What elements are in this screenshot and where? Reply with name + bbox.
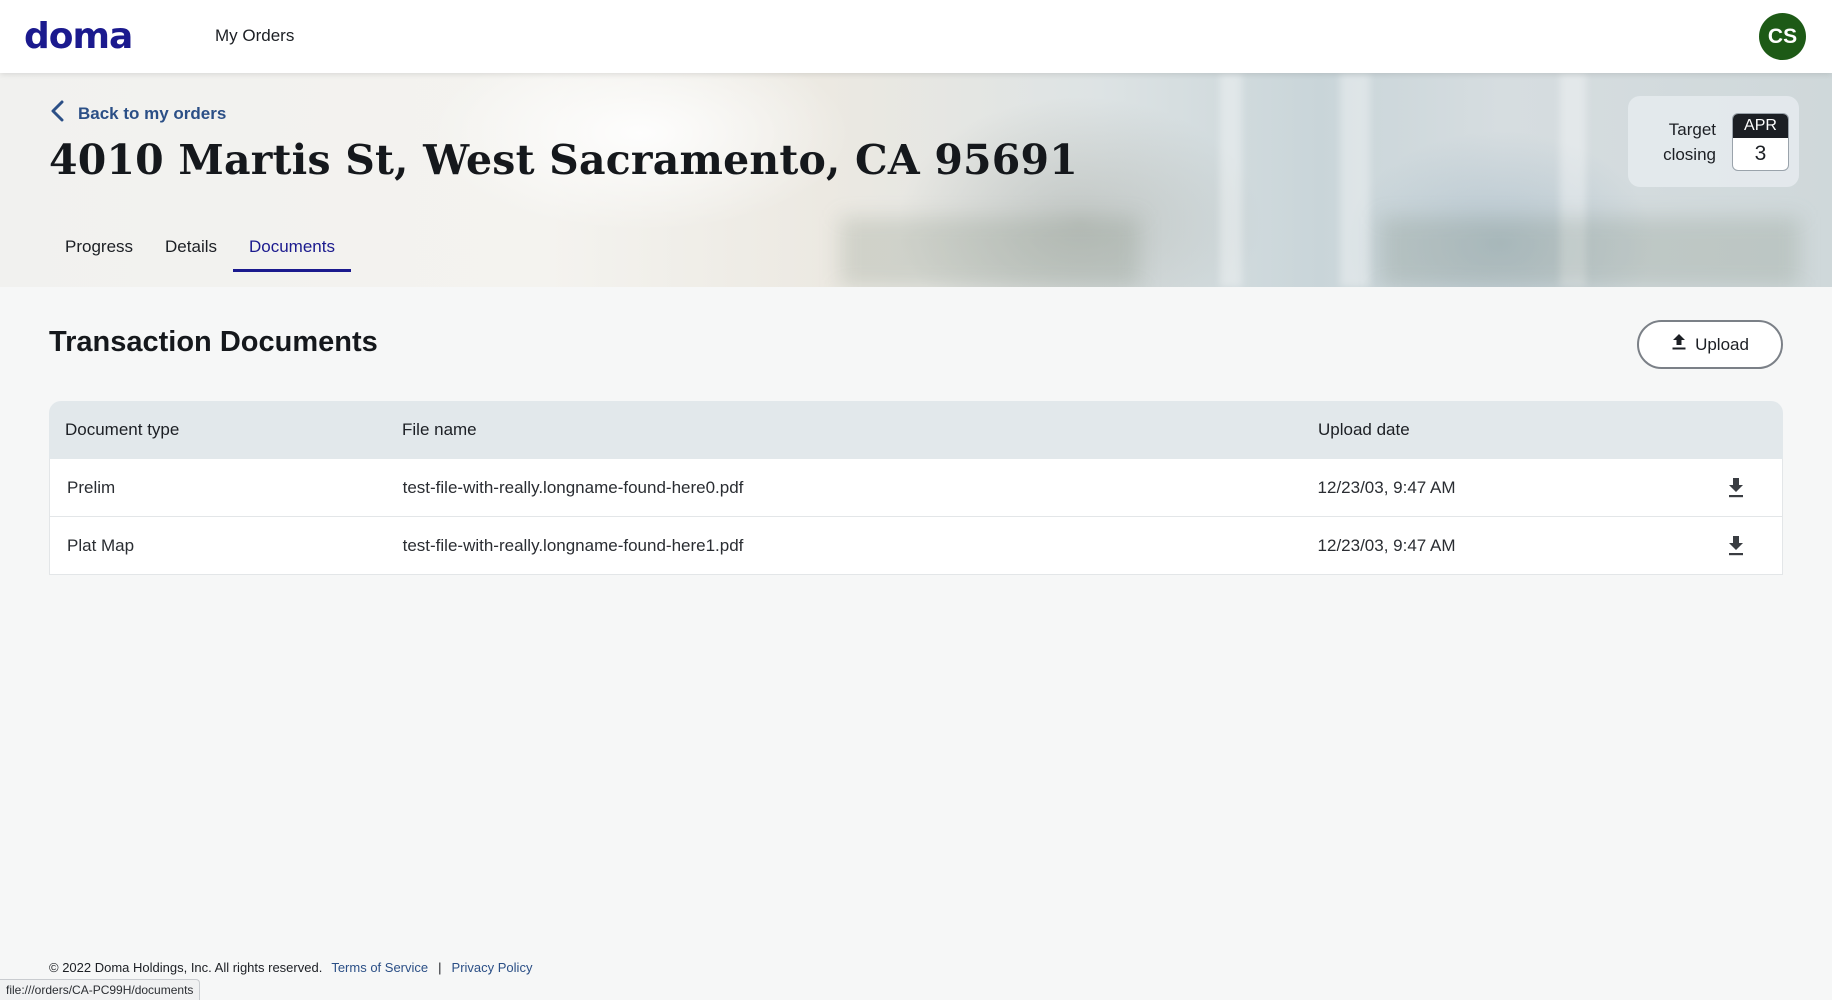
order-tabs: Progress Details Documents <box>49 225 351 272</box>
download-button[interactable] <box>1726 477 1782 499</box>
tab-documents[interactable]: Documents <box>233 225 351 272</box>
background-decoration <box>840 217 1140 287</box>
copyright-text: © 2022 Doma Holdings, Inc. All rights re… <box>49 960 323 975</box>
nav-my-orders[interactable]: My Orders <box>215 26 294 46</box>
top-navbar: doma My Orders CS <box>0 0 1832 73</box>
privacy-policy-link[interactable]: Privacy Policy <box>452 960 533 975</box>
target-closing-label: Target closing <box>1648 117 1716 167</box>
browser-status-bar: file:///orders/CA-PC99H/documents <box>0 979 201 1000</box>
file-name-cell: test-file-with-really.longname-found-her… <box>402 477 744 497</box>
column-header-document-type: Document type <box>65 420 180 439</box>
footer-divider: | <box>438 960 442 975</box>
file-name-cell: test-file-with-really.longname-found-her… <box>402 535 744 555</box>
column-header-upload-date: Upload date <box>1318 420 1410 439</box>
tab-progress[interactable]: Progress <box>49 225 149 272</box>
tab-details[interactable]: Details <box>149 225 233 272</box>
table-header: Document type File name Upload date <box>49 401 1783 459</box>
user-avatar[interactable]: CS <box>1759 13 1806 60</box>
order-hero-banner: Back to my orders 4010 Martis St, West S… <box>0 73 1832 287</box>
page-footer: © 2022 Doma Holdings, Inc. All rights re… <box>49 960 532 975</box>
closing-label-line2: closing <box>1663 144 1716 164</box>
background-decoration <box>1220 73 1242 287</box>
target-closing-card: Target closing APR 3 <box>1628 96 1799 187</box>
table-row: Prelim test-file-with-really.longname-fo… <box>49 459 1783 517</box>
closing-label-line1: Target <box>1668 119 1716 139</box>
back-to-orders-link[interactable]: Back to my orders <box>50 100 226 127</box>
calendar-icon: APR 3 <box>1732 112 1789 171</box>
upload-date-cell: 12/23/03, 9:47 AM <box>1317 535 1456 555</box>
closing-month: APR <box>1733 113 1788 138</box>
column-header-file-name: File name <box>402 420 477 439</box>
closing-day: 3 <box>1754 141 1767 165</box>
chevron-left-icon <box>50 100 66 127</box>
documents-table: Document type File name Upload date Prel… <box>49 401 1783 575</box>
document-type-cell: Prelim <box>67 477 116 497</box>
property-address: 4010 Martis St, West Sacramento, CA 9569… <box>49 136 1078 184</box>
table-row: Plat Map test-file-with-really.longname-… <box>49 517 1783 575</box>
terms-of-service-link[interactable]: Terms of Service <box>331 960 428 975</box>
doma-logo[interactable]: doma <box>24 15 133 57</box>
logo-text: doma <box>24 15 133 57</box>
upload-date-cell: 12/23/03, 9:47 AM <box>1317 477 1456 497</box>
back-link-label: Back to my orders <box>78 103 227 123</box>
background-decoration <box>1340 73 1370 287</box>
download-button[interactable] <box>1726 535 1782 557</box>
download-icon[interactable] <box>1726 535 1746 557</box>
section-title: Transaction Documents <box>49 326 378 358</box>
upload-icon <box>1671 333 1687 356</box>
download-icon[interactable] <box>1726 477 1746 499</box>
upload-button[interactable]: Upload <box>1637 320 1783 369</box>
document-type-cell: Plat Map <box>67 535 135 555</box>
background-decoration <box>1380 217 1800 287</box>
upload-label: Upload <box>1695 334 1749 354</box>
